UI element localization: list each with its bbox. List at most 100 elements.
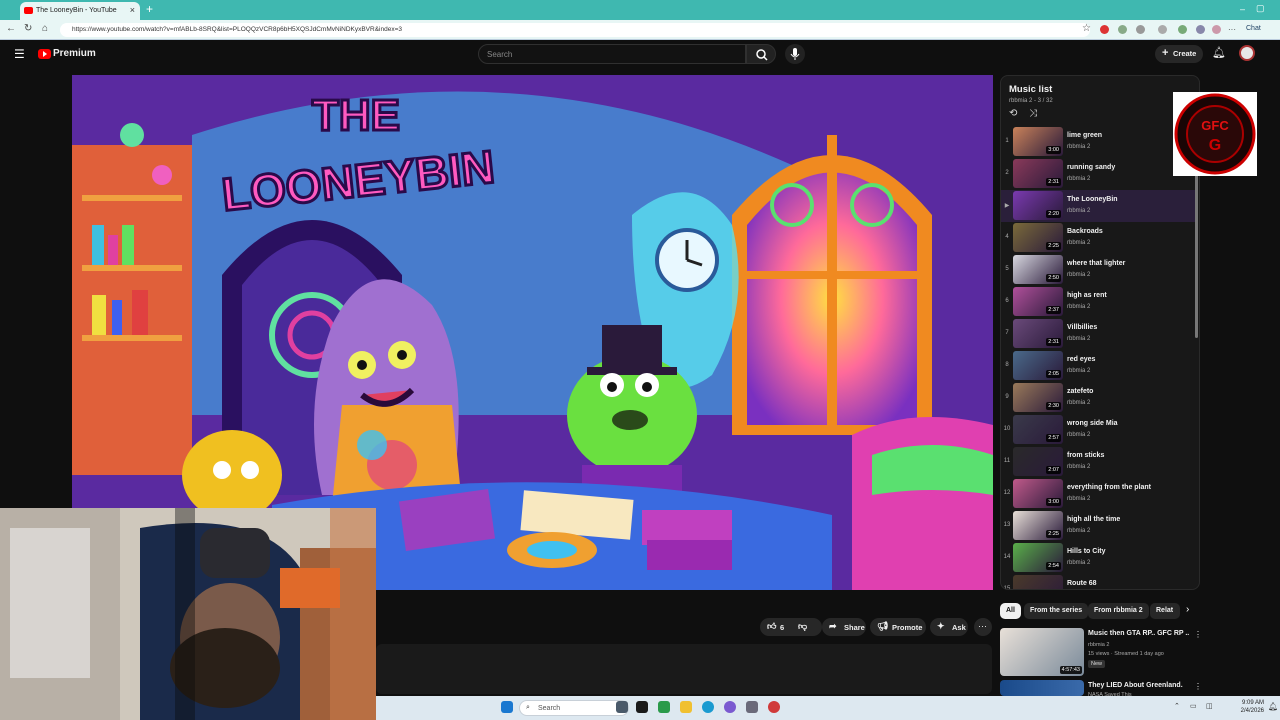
file-explorer-icon[interactable] (680, 701, 692, 713)
playlist-item[interactable]: 7 2:31 Villbillies rbbmia 2 (1001, 318, 1197, 350)
playlist-item-title[interactable]: red eyes (1067, 356, 1095, 363)
avatar[interactable] (1239, 45, 1255, 61)
playlist-item[interactable]: 15Route 68rbbmia 2 (1001, 574, 1197, 589)
extension-icon[interactable] (1178, 25, 1187, 34)
playlist-item[interactable]: 11 2:07 from sticks rbbmia 2 (1001, 446, 1197, 478)
search-button[interactable] (746, 44, 776, 64)
notifications-bell-icon[interactable]: 🔔︎ (1212, 46, 1226, 59)
playlist-item-thumbnail[interactable]: 2:50 (1013, 255, 1063, 284)
star-icon[interactable]: ☆ (1082, 23, 1091, 34)
playlist-item-title[interactable]: everything from the plant (1067, 484, 1151, 491)
playlist-item-title[interactable]: The LooneyBin (1067, 196, 1118, 203)
playlist-item[interactable]: 6 2:37 high as rent rbbmia 2 (1001, 286, 1197, 318)
loop-icon[interactable]: ⟲ (1009, 108, 1017, 119)
playlist-item-title[interactable]: high as rent (1067, 292, 1107, 299)
new-tab-icon[interactable]: + (146, 2, 153, 16)
url-field[interactable]: https://www.youtube.com/watch?v=mfABLb-8… (60, 23, 1090, 37)
chrome-icon[interactable] (768, 701, 780, 713)
playlist-item-title[interactable]: wrong side Mia (1067, 420, 1118, 427)
playlist-item[interactable]: 12 3:00 everything from the plant rbbmia 2 (1001, 478, 1197, 510)
like-dislike-button[interactable]: 👍︎ 6 👎︎ (760, 618, 822, 636)
notifications-icon[interactable]: 🔔︎ (1268, 702, 1278, 711)
extension-icon[interactable] (1136, 25, 1145, 34)
taskbar-clock[interactable]: 9:09 AM 2/4/2026 (1228, 699, 1264, 715)
favorites-icon[interactable] (1158, 25, 1167, 34)
playlist-item-title[interactable]: zatefeto (1067, 388, 1093, 395)
extension-icon[interactable] (1196, 25, 1205, 34)
share-button[interactable]: ➦ Share (822, 618, 866, 636)
playlist-item-title[interactable]: Villbillies (1067, 324, 1097, 331)
playlist-item-thumbnail[interactable]: 2:37 (1013, 287, 1063, 316)
thumbs-down-icon[interactable]: 👎︎ (798, 621, 807, 632)
recommendation-thumbnail[interactable] (1000, 680, 1084, 696)
back-icon[interactable]: ← (6, 23, 16, 34)
playlist-item[interactable]: 8 2:05 red eyes rbbmia 2 (1001, 350, 1197, 382)
playlist-item-title[interactable]: Backroads (1067, 228, 1103, 235)
kebab-menu-icon[interactable]: ⋮ (1194, 682, 1202, 691)
chips-next-icon[interactable]: › (1186, 604, 1189, 615)
chat-button[interactable]: Chat (1246, 25, 1261, 32)
close-tab-icon[interactable]: × (130, 5, 135, 15)
extension-icon[interactable] (1100, 25, 1109, 34)
search-input[interactable]: Search (478, 44, 746, 64)
profile-icon[interactable] (1212, 25, 1221, 34)
playlist-item-thumbnail[interactable]: 2:25 (1013, 223, 1063, 252)
playlist-item[interactable]: 5 2:50 where that lighter rbbmia 2 (1001, 254, 1197, 286)
playlist-item-title[interactable]: running sandy (1067, 164, 1115, 171)
playlist-item-thumbnail[interactable]: 2:07 (1013, 447, 1063, 476)
playlist-item-title[interactable]: from sticks (1067, 452, 1104, 459)
filter-chip[interactable]: From the series (1024, 603, 1089, 619)
playlist-item-thumbnail[interactable]: 2:20 (1013, 191, 1063, 220)
playlist-item-thumbnail[interactable]: 2:31 (1013, 159, 1063, 188)
task-view-icon[interactable] (636, 701, 648, 713)
app-icon[interactable] (658, 701, 670, 713)
filter-chip[interactable]: Relat (1150, 603, 1180, 619)
more-actions-icon[interactable]: ··· (974, 618, 992, 636)
ask-button[interactable]: ✦ Ask (930, 618, 968, 636)
description-box[interactable] (376, 644, 992, 694)
tray-chevron-icon[interactable]: ⌃ (1174, 702, 1180, 710)
recommendation-item[interactable]: 4:57:43 Music then GTA RP.. GFC RP .. rb… (1000, 628, 1202, 676)
create-button[interactable]: + Create (1155, 45, 1203, 63)
network-icon[interactable]: ◫ (1206, 702, 1213, 710)
kebab-menu-icon[interactable]: ⋮ (1194, 630, 1202, 639)
playlist-item-thumbnail[interactable]: 2:57 (1013, 415, 1063, 444)
recommendation-title[interactable]: Music then GTA RP.. GFC RP .. (1088, 630, 1189, 637)
app-icon[interactable] (616, 701, 628, 713)
extension-icon[interactable] (1118, 25, 1127, 34)
more-menu-icon[interactable]: ··· (1228, 25, 1236, 34)
playlist-item[interactable]: 2 2:31 running sandy rbbmia 2 (1001, 158, 1197, 190)
recommendation-thumbnail[interactable]: 4:57:43 (1000, 628, 1084, 676)
playlist-item-title[interactable]: high all the time (1067, 516, 1120, 523)
menu-icon[interactable]: ☰ (14, 47, 25, 61)
tab-youtube[interactable]: The LooneyBin - YouTube × (20, 2, 140, 20)
promote-button[interactable]: 📢︎ Promote (870, 618, 926, 636)
maximize-icon[interactable]: ▢ (1256, 3, 1265, 14)
playlist-item[interactable]: ▶ 2:20 The LooneyBin rbbmia 2 (1001, 190, 1197, 222)
playlist-item[interactable]: 10 2:57 wrong side Mia rbbmia 2 (1001, 414, 1197, 446)
voice-search-button[interactable] (785, 44, 805, 64)
playlist-item[interactable]: 14 2:54 Hills to City rbbmia 2 (1001, 542, 1197, 574)
playlist-item-title[interactable]: where that lighter (1067, 260, 1125, 267)
playlist-item-thumbnail[interactable] (1013, 575, 1063, 589)
taskbar-search-input[interactable]: ⌕ Search (519, 700, 629, 716)
playlist-item-title[interactable]: Route 68 (1067, 580, 1097, 587)
playlist-item-thumbnail[interactable]: 3:00 (1013, 479, 1063, 508)
playlist-item-thumbnail[interactable]: 2:54 (1013, 543, 1063, 572)
app-icon[interactable] (724, 701, 736, 713)
playlist-item[interactable]: 1 3:00 lime green rbbmia 2 (1001, 126, 1197, 158)
home-icon[interactable]: ⌂ (42, 23, 48, 34)
playlist-item[interactable]: 9 2:30 zatefeto rbbmia 2 (1001, 382, 1197, 414)
refresh-icon[interactable]: ↻ (24, 23, 32, 34)
playlist-item-thumbnail[interactable]: 2:31 (1013, 319, 1063, 348)
playlist-item-thumbnail[interactable]: 2:05 (1013, 351, 1063, 380)
playlist-item-title[interactable]: Hills to City (1067, 548, 1106, 555)
recommendation-item[interactable]: They LIED About Greenland. NASA Saved Th… (1000, 680, 1202, 698)
filter-chip[interactable]: From rbbmia 2 (1088, 603, 1149, 619)
recommendation-channel[interactable]: rbbmia 2 (1088, 642, 1109, 648)
camera-icon[interactable] (746, 701, 758, 713)
playlist-item[interactable]: 4 2:25 Backroads rbbmia 2 (1001, 222, 1197, 254)
playlist-item-thumbnail[interactable]: 3:00 (1013, 127, 1063, 156)
start-icon[interactable] (501, 701, 513, 713)
playlist-title[interactable]: Music list (1009, 84, 1052, 95)
